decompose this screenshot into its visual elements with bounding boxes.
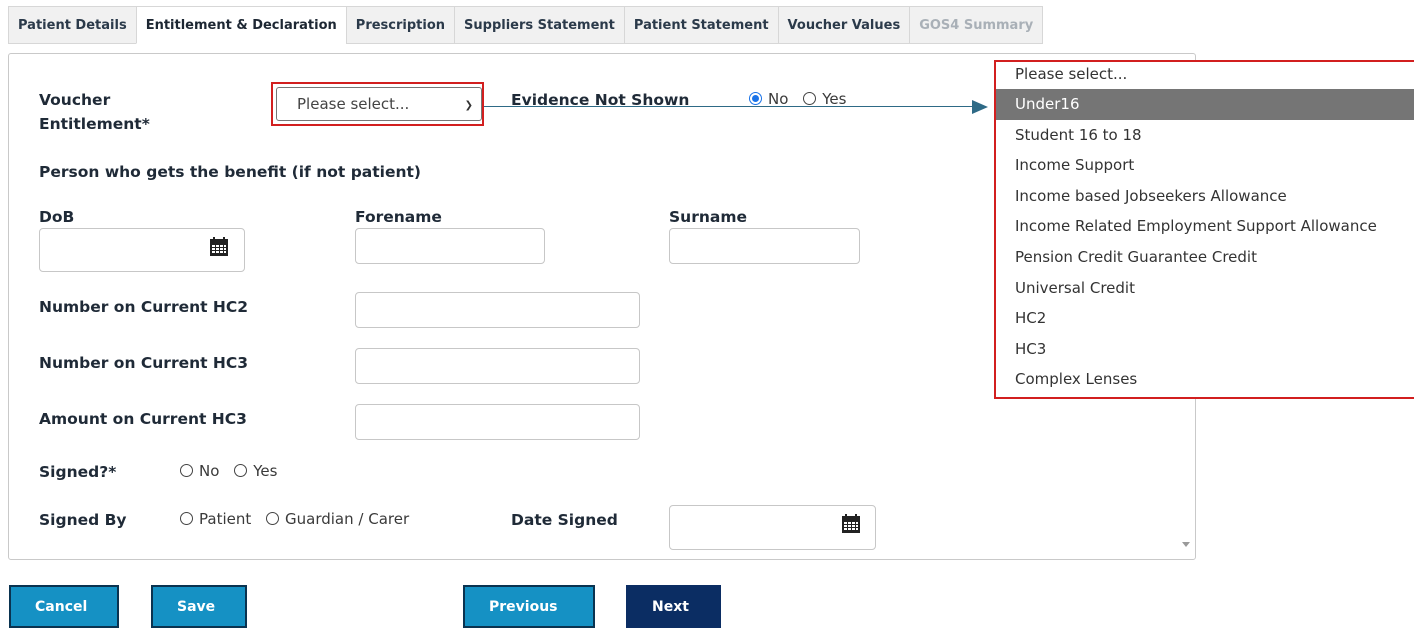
- voucher-entitlement-label: Voucher: [39, 91, 111, 109]
- option-income-support[interactable]: Income Support: [996, 150, 1414, 181]
- tab-prescription[interactable]: Prescription: [345, 6, 455, 44]
- tab-patient-details[interactable]: Patient Details: [8, 6, 136, 44]
- evidence-not-shown-label: Evidence Not Shown: [511, 91, 690, 109]
- callout-connector-line: [484, 106, 972, 107]
- option-student-16-18[interactable]: Student 16 to 18: [996, 120, 1414, 151]
- hc2-number-label: Number on Current HC2: [39, 298, 249, 316]
- dob-label: DoB: [39, 208, 75, 226]
- surname-input[interactable]: [669, 228, 860, 264]
- signed-yes-radio[interactable]: Yes: [234, 462, 277, 480]
- option-income-employment-support[interactable]: Income Related Employment Support Allowa…: [996, 211, 1414, 242]
- calendar-icon[interactable]: [210, 237, 228, 257]
- tab-suppliers-statement[interactable]: Suppliers Statement: [454, 6, 624, 44]
- radio-icon: [234, 464, 248, 477]
- voucher-entitlement-select[interactable]: Please select... ❯: [276, 87, 482, 121]
- radio-icon: [803, 92, 817, 105]
- signed-by-guardian-label: Guardian / Carer: [285, 510, 410, 528]
- signed-no-label: No: [199, 462, 220, 480]
- tab-entitlement-declaration[interactable]: Entitlement & Declaration: [135, 6, 346, 44]
- option-under16[interactable]: Under16: [996, 89, 1414, 120]
- signed-label: Signed?*: [39, 463, 117, 481]
- forename-label: Forename: [355, 208, 442, 226]
- signed-by-guardian-radio[interactable]: Guardian / Carer: [266, 510, 409, 528]
- tab-patient-statement[interactable]: Patient Statement: [623, 6, 778, 44]
- date-signed-label: Date Signed: [511, 511, 618, 529]
- tab-voucher-values[interactable]: Voucher Values: [777, 6, 910, 44]
- voucher-entitlement-select-value: Please select...: [297, 95, 410, 113]
- tab-gos4-summary: GOS4 Summary: [909, 6, 1044, 44]
- save-button[interactable]: Save: [151, 585, 247, 628]
- hc3-amount-input[interactable]: [355, 404, 640, 440]
- option-hc3[interactable]: HC3: [996, 334, 1414, 365]
- arrow-right-icon: [972, 100, 988, 114]
- option-universal-credit[interactable]: Universal Credit: [996, 273, 1414, 304]
- cancel-button[interactable]: Cancel: [9, 585, 119, 628]
- option-pension-credit[interactable]: Pension Credit Guarantee Credit: [996, 242, 1414, 273]
- radio-checked-icon: [749, 92, 762, 105]
- radio-icon: [266, 512, 280, 525]
- benefit-person-heading: Person who gets the benefit (if not pati…: [39, 163, 422, 181]
- hc3-number-input[interactable]: [355, 348, 640, 384]
- previous-button[interactable]: Previous: [463, 585, 595, 628]
- option-complex-lenses[interactable]: Complex Lenses: [996, 364, 1414, 395]
- next-button[interactable]: Next: [626, 585, 721, 628]
- forename-input[interactable]: [355, 228, 545, 264]
- signed-by-patient-radio[interactable]: Patient: [180, 510, 251, 528]
- option-income-jobseekers[interactable]: Income based Jobseekers Allowance: [996, 181, 1414, 212]
- voucher-entitlement-label-cont: Entitlement*: [39, 115, 150, 133]
- voucher-entitlement-options-list: Please select... Under16 Student 16 to 1…: [994, 60, 1414, 399]
- option-hc2[interactable]: HC2: [996, 303, 1414, 334]
- hc3-amount-label: Amount on Current HC3: [39, 410, 247, 428]
- signed-by-radio-group: Patient Guardian / Carer: [180, 510, 419, 528]
- surname-label: Surname: [669, 208, 747, 226]
- radio-icon: [180, 512, 193, 525]
- signed-no-radio[interactable]: No: [180, 462, 219, 480]
- signed-radio-group: No Yes: [180, 462, 287, 480]
- radio-icon: [180, 464, 193, 477]
- hc2-number-input[interactable]: [355, 292, 640, 328]
- tab-bar: Patient Details Entitlement & Declaratio…: [8, 6, 1044, 44]
- signed-yes-label: Yes: [253, 462, 278, 480]
- option-please-select[interactable]: Please select...: [996, 62, 1414, 89]
- hc3-number-label: Number on Current HC3: [39, 354, 249, 372]
- chevron-down-icon: ❯: [464, 100, 473, 111]
- scroll-down-arrow[interactable]: [1182, 542, 1190, 547]
- signed-by-patient-label: Patient: [199, 510, 252, 528]
- signed-by-label: Signed By: [39, 511, 127, 529]
- calendar-icon[interactable]: [842, 514, 860, 534]
